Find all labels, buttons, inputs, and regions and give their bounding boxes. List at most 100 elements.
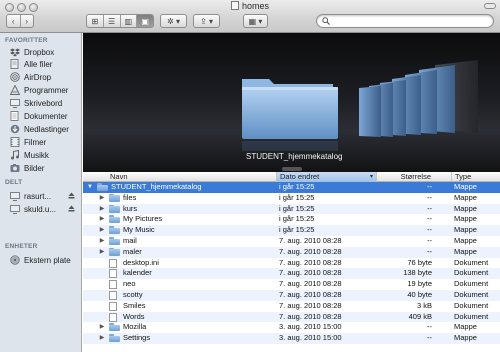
window-title: homes	[0, 1, 500, 11]
document-icon	[109, 280, 117, 290]
list-column-header: Navn Dato endret ▾ Størrelse Type	[83, 172, 500, 182]
file-kind: Dokument	[454, 279, 489, 289]
document-icon	[109, 312, 117, 322]
sort-arrow-icon: ▾	[369, 174, 373, 180]
folder-icon	[109, 193, 120, 203]
file-kind: Mappe	[454, 225, 477, 235]
sidebar-item-movies[interactable]: Filmer	[0, 136, 81, 148]
table-row[interactable]: ▶ My Music i går 15:25 -- Mappe	[83, 225, 500, 236]
table-row[interactable]: ▼ STUDENT_hjemmekatalog i går 15:25 -- Mappe	[83, 182, 500, 193]
list-view-button[interactable]: ☰	[104, 15, 121, 27]
column-view-button[interactable]: ▥	[121, 15, 138, 27]
file-date-modified: 7. aug. 2010 08:28	[279, 236, 342, 245]
sidebar-item-pictures[interactable]: Bilder	[0, 162, 81, 174]
disclosure-collapsed-icon[interactable]: ▶	[97, 214, 107, 225]
file-date-modified: 7. aug. 2010 08:28	[279, 246, 342, 256]
sidebar-item-applications[interactable]: Programmer	[0, 84, 81, 96]
file-date-modified: i går 15:25	[279, 214, 315, 224]
file-date-modified: i går 15:25	[279, 225, 315, 235]
disclosure-collapsed-icon[interactable]: ▶	[97, 333, 107, 344]
movies-icon	[9, 137, 20, 147]
coverflow-view[interactable]: STUDENT_hjemmekatalog	[83, 33, 500, 172]
disclosure-expanded-icon[interactable]: ▼	[85, 182, 95, 193]
table-row[interactable]: Words 7. aug. 2010 08:28 409 kB Dokument	[83, 311, 500, 323]
table-row[interactable]: ▶ kurs i går 15:25 -- Mappe	[83, 203, 500, 215]
share-menu-button[interactable]: ⇪ ▾	[193, 14, 220, 28]
file-name: My Pictures	[123, 214, 163, 224]
file-kind: Dokument	[454, 257, 489, 267]
table-row[interactable]: ▶ Settings 3. aug. 2010 15:00 -- Mappe	[83, 333, 500, 344]
downloads-icon	[9, 124, 20, 134]
table-row[interactable]: Smiles 7. aug. 2010 08:28 3 kB Dokument	[83, 301, 500, 312]
file-name: mail	[123, 236, 137, 245]
file-date-modified: i går 15:25	[279, 182, 315, 191]
disclosure-collapsed-icon[interactable]: ▶	[97, 322, 107, 333]
file-size: --	[427, 333, 432, 343]
disclosure-collapsed-icon[interactable]: ▶	[97, 193, 107, 204]
sidebar-item-dropbox[interactable]: Dropbox	[0, 46, 81, 58]
applications-icon	[9, 85, 20, 95]
file-date-modified: 3. aug. 2010 15:00	[279, 322, 342, 332]
coverflow-selected-folder-icon	[242, 79, 338, 151]
file-date-modified: i går 15:25	[279, 192, 315, 202]
file-name: scotty	[123, 290, 143, 299]
disclosure-collapsed-icon[interactable]: ▶	[97, 247, 107, 258]
sidebar-item-airdrop[interactable]: AirDrop	[0, 71, 81, 83]
sidebar-item-desktop[interactable]: Skrivebord	[0, 97, 81, 109]
search-field[interactable]	[316, 14, 494, 28]
coverflow-view-button[interactable]: ▣	[137, 15, 153, 27]
file-size: 409 kB	[408, 311, 432, 321]
sidebar-item-music[interactable]: Musikk	[0, 149, 81, 161]
column-header-size[interactable]: Størrelse	[376, 172, 451, 182]
disclosure-collapsed-icon[interactable]: ▶	[97, 204, 107, 215]
folder-icon	[109, 215, 120, 224]
table-row[interactable]: ▶ Mozilla 3. aug. 2010 15:00 -- Mappe	[83, 322, 500, 333]
folder-proxy-icon[interactable]	[230, 1, 239, 10]
disclosure-collapsed-icon[interactable]: ▶	[97, 236, 107, 247]
shared-heading: DELT	[5, 179, 23, 186]
sidebar-item-shared-skuld[interactable]: skuld.u...	[0, 203, 81, 215]
column-header-name[interactable]: Navn	[83, 172, 276, 182]
file-name: My Music	[123, 225, 155, 235]
file-size: --	[427, 214, 432, 224]
airdrop-icon	[9, 72, 20, 82]
column-header-date[interactable]: Dato endret ▾	[276, 172, 376, 182]
table-row[interactable]: ▶ mail 7. aug. 2010 08:28 -- Mappe	[83, 236, 500, 247]
sidebar: FAVORITTER Dropbox Alle filer AirDrop Pr…	[0, 33, 82, 352]
external-disk-icon	[9, 255, 20, 265]
coverflow-scrollbar[interactable]	[282, 167, 302, 171]
file-size: 138 byte	[403, 268, 432, 278]
action-menu-button[interactable]: ✲ ▾	[160, 14, 187, 28]
table-row[interactable]: kalender 7. aug. 2010 08:28 138 byte Dokume…	[83, 268, 500, 280]
folder-icon	[109, 334, 120, 343]
file-size: --	[427, 322, 432, 332]
table-row[interactable]: ▶ maler 7. aug. 2010 08:28 -- Mappe	[83, 246, 500, 258]
file-name: kalender	[123, 268, 152, 278]
eject-icon[interactable]	[68, 192, 75, 199]
sidebar-item-shared-rasurt[interactable]: rasurt...	[0, 190, 81, 202]
table-row[interactable]: scotty 7. aug. 2010 08:28 40 byte Dokument	[83, 290, 500, 301]
sidebar-item-downloads[interactable]: Nedlastinger	[0, 123, 81, 135]
folder-icon	[97, 183, 108, 192]
forward-button[interactable]: ›	[21, 15, 34, 27]
back-button[interactable]: ‹	[7, 15, 21, 27]
search-input[interactable]	[333, 16, 489, 26]
table-row[interactable]: neo 7. aug. 2010 08:28 19 byte Dokument	[83, 279, 500, 290]
sidebar-item-external-disk[interactable]: Ekstern plate	[0, 254, 81, 266]
arrange-menu-button[interactable]: ▦ ▾	[243, 14, 268, 28]
file-kind: Dokument	[454, 290, 489, 299]
table-row[interactable]: ▶ files i går 15:25 -- Mappe	[83, 193, 500, 204]
eject-icon[interactable]	[68, 205, 75, 212]
folder-icon	[109, 204, 120, 214]
sidebar-item-documents[interactable]: Dokumenter	[0, 110, 81, 122]
column-header-kind[interactable]: Type	[451, 172, 500, 182]
table-row[interactable]: ▶ My Pictures i går 15:25 -- Mappe	[83, 214, 500, 225]
desktop-icon	[9, 98, 20, 108]
icon-view-button[interactable]: ⊞	[87, 15, 104, 27]
network-server-icon	[9, 191, 20, 201]
table-row[interactable]: desktop.ini 7. aug. 2010 08:28 76 byte Doku…	[83, 258, 500, 269]
toolbar-toggle-button[interactable]	[484, 3, 496, 9]
sidebar-item-all-files[interactable]: Alle filer	[0, 58, 81, 70]
file-size: 19 byte	[407, 279, 432, 289]
disclosure-collapsed-icon[interactable]: ▶	[97, 225, 107, 236]
